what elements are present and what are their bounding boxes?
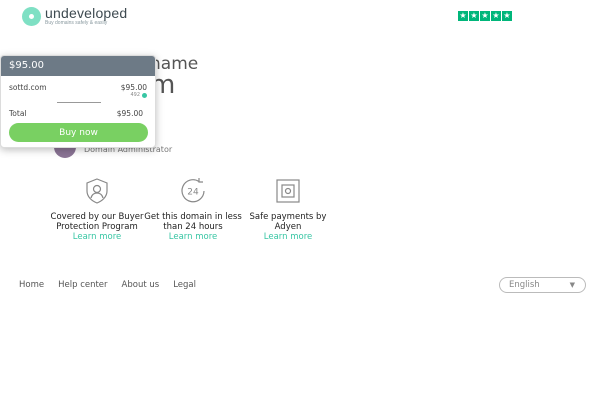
star-icon: ★ xyxy=(491,11,501,21)
svg-text:24: 24 xyxy=(187,188,199,198)
star-icon: ★ xyxy=(458,11,468,21)
cart-domain: sottd.com xyxy=(9,83,47,92)
logo-icon xyxy=(22,6,41,26)
cart-subprice: 492 xyxy=(130,92,147,98)
learn-more-link[interactable]: Learn more xyxy=(47,232,147,242)
feature-buyer-protection: Covered by our Buyer Protection Program … xyxy=(47,176,147,242)
footer-nav: Home Help center About us Legal xyxy=(19,280,210,290)
cart-total-price: $95.00 xyxy=(116,109,143,118)
brand-tagline: Buy domains safely & easily xyxy=(45,20,108,26)
cart-popup: $95.00 sottd.com $95.00 492 Total $95.00… xyxy=(0,55,156,148)
cart-domain-price: $95.00 xyxy=(120,83,147,92)
buyer-protection-icon xyxy=(86,178,108,204)
language-value: English xyxy=(509,280,540,290)
cart-total: Total $95.00 xyxy=(9,109,147,118)
language-select[interactable]: English ▼ xyxy=(499,277,586,293)
feature-safe-payments: Safe payments by Adyen Learn more xyxy=(238,176,338,242)
trustpilot-rating[interactable]: ★ ★ ★ ★ ★ xyxy=(458,11,512,21)
star-icon: ★ xyxy=(480,11,490,21)
star-icon: ★ xyxy=(502,11,512,21)
brand-logo[interactable]: undeveloped Buy domains safely & easily xyxy=(22,6,127,26)
info-icon[interactable] xyxy=(142,92,147,98)
footer-link-home[interactable]: Home xyxy=(19,280,44,290)
footer-link-help-center[interactable]: Help center xyxy=(58,280,107,290)
buy-now-button[interactable]: Buy now xyxy=(9,123,148,142)
footer-link-legal[interactable]: Legal xyxy=(173,280,196,290)
footer-link-about-us[interactable]: About us xyxy=(122,280,160,290)
feature-text: Get this domain in less than 24 hours xyxy=(144,212,242,232)
star-icon: ★ xyxy=(469,11,479,21)
cart-header-price: $95.00 xyxy=(1,56,155,76)
cart-subprice-value: 492 xyxy=(130,92,140,98)
cart-total-label: Total xyxy=(9,109,27,118)
safe-payment-icon xyxy=(276,179,300,203)
feature-text: Covered by our Buyer Protection Program xyxy=(50,212,144,232)
logo-text: undeveloped Buy domains safely & easily xyxy=(45,6,127,26)
learn-more-link[interactable]: Learn more xyxy=(238,232,338,242)
feature-fast-transfer: 24 Get this domain in less than 24 hours… xyxy=(143,176,243,242)
feature-text: Safe payments by Adyen xyxy=(249,212,327,232)
header: undeveloped Buy domains safely & easily … xyxy=(0,0,600,34)
cart-item: sottd.com $95.00 xyxy=(9,83,149,92)
24-hour-clock-icon: 24 xyxy=(181,178,205,203)
chevron-down-icon: ▼ xyxy=(569,281,575,289)
learn-more-link[interactable]: Learn more xyxy=(143,232,243,242)
brand-name: undeveloped xyxy=(45,5,128,21)
divider xyxy=(57,102,101,103)
